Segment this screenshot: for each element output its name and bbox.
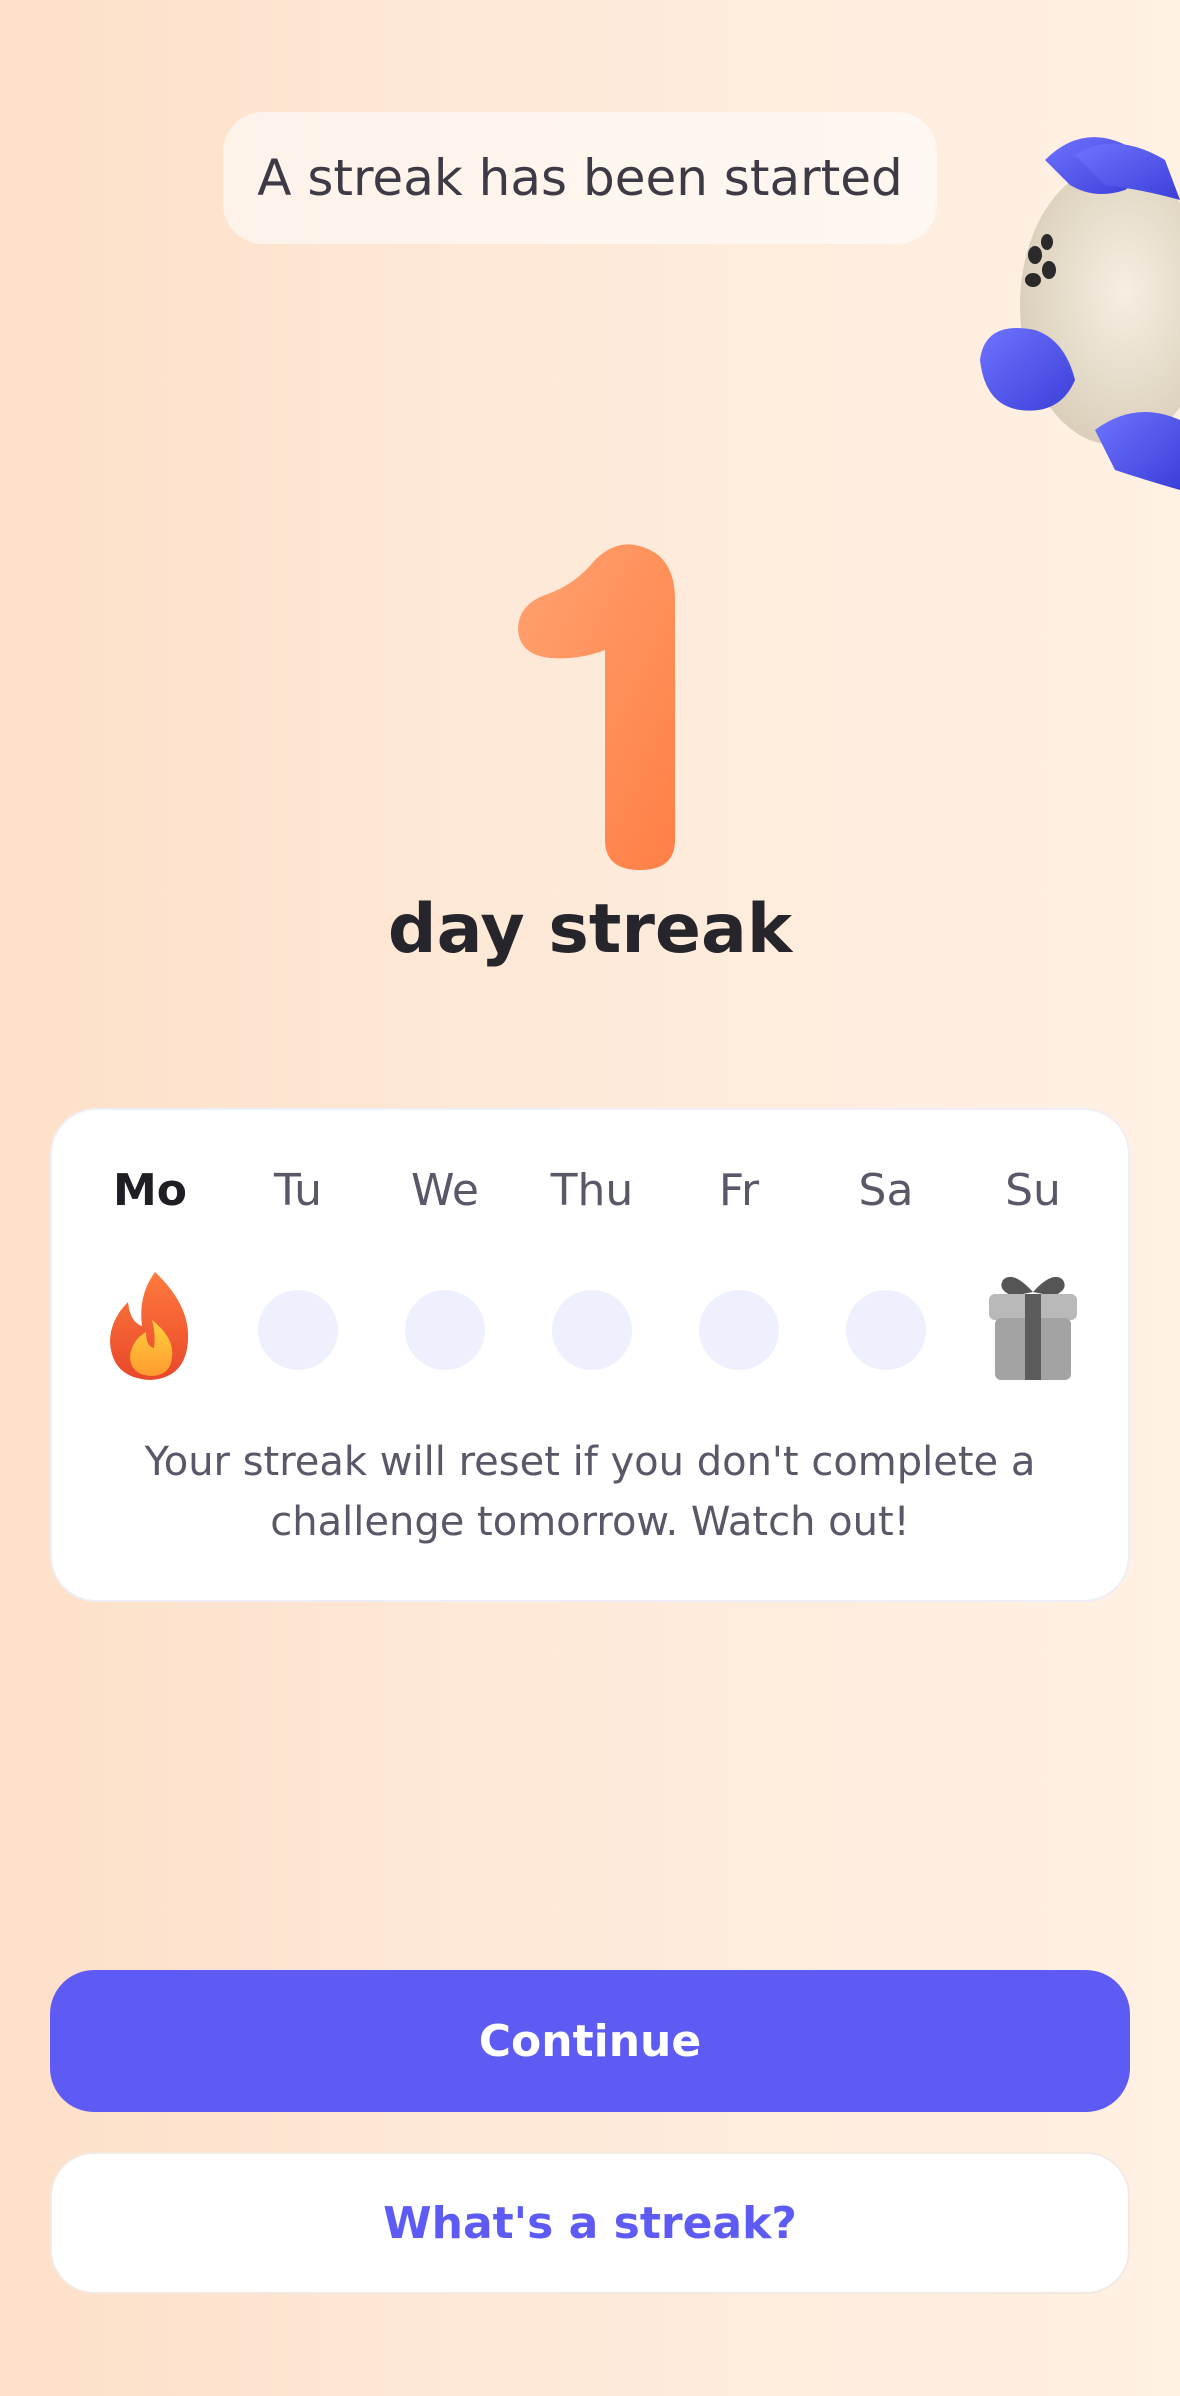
whats-a-streak-button[interactable]: What's a streak?: [50, 2152, 1130, 2294]
streak-label: day streak: [387, 890, 793, 969]
continue-button[interactable]: Continue: [50, 1970, 1130, 2112]
day-label-we: We: [411, 1165, 479, 1216]
gift-icon: [989, 1276, 1077, 1380]
streak-number-graphic: 1: [500, 540, 675, 870]
day-label-tu: Tu: [273, 1165, 323, 1216]
day-label-sa: Sa: [858, 1165, 914, 1216]
day-label-su: Su: [1005, 1165, 1061, 1216]
day-markers: [52, 1270, 1128, 1390]
week-progress-card: Mo Tu We Thu Fr Sa Su Your streak will r…: [50, 1108, 1130, 1602]
day-dot-thu: [552, 1290, 632, 1370]
day-label-mo: Mo: [112, 1165, 187, 1216]
streak-started-banner: A streak has been started: [223, 112, 937, 244]
day-label-thu: Thu: [550, 1165, 634, 1216]
weekday-labels: Mo Tu We Thu Fr Sa Su: [52, 1165, 1128, 1245]
day-dot-we: [405, 1290, 485, 1370]
streak-screen: A streak has been started 1 day streak M…: [0, 0, 1180, 2396]
day-dot-sa: [846, 1290, 926, 1370]
streak-count-value: 1: [500, 540, 501, 541]
day-dot-tu: [258, 1290, 338, 1370]
fire-icon: [110, 1272, 189, 1380]
mascot-illustration: [980, 137, 1180, 490]
streak-warning-text: Your streak will reset if you don't comp…: [144, 1439, 1036, 1545]
day-dot-fr: [699, 1290, 779, 1370]
day-label-fr: Fr: [718, 1165, 760, 1216]
